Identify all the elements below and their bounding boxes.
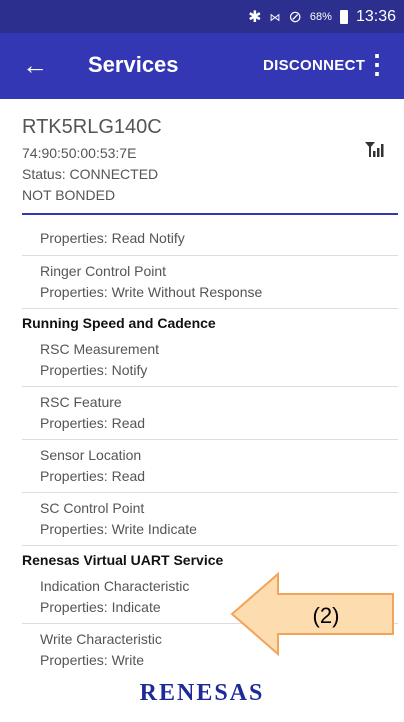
status-bar: ✱ ⋈ ⊘ 68% 13:36 — [0, 0, 404, 33]
page-title: Services — [88, 52, 179, 77]
list-item[interactable]: Properties: Read Notify — [22, 222, 398, 256]
battery-percent: 68% — [309, 11, 332, 23]
properties-text: Properties: Read — [40, 415, 146, 431]
characteristic-name: RSC Feature — [40, 394, 122, 410]
list-item[interactable]: SC Control Point Properties: Write Indic… — [22, 493, 398, 546]
list-item[interactable]: Ringer Control Point Properties: Write W… — [22, 256, 398, 309]
service-header: Renesas Virtual UART Service — [22, 552, 224, 568]
divider — [22, 213, 398, 215]
device-info: RTK5RLG140C 74:90:50:00:53:7E Status: CO… — [22, 116, 162, 206]
device-bond: NOT BONDED — [22, 187, 116, 203]
annotation-arrow: (2) — [230, 571, 394, 657]
service-header: Running Speed and Cadence — [22, 315, 216, 331]
app-bar: ← Services DISCONNECT ⋮ — [0, 33, 404, 99]
properties-text: Properties: Write Indicate — [40, 521, 197, 537]
list-item[interactable]: Sensor Location Properties: Read — [22, 440, 398, 493]
list-item[interactable]: RSC Measurement Properties: Notify — [22, 334, 398, 387]
device-mac: 74:90:50:00:53:7E — [22, 145, 137, 161]
battery-icon — [339, 10, 348, 24]
characteristic-name: RSC Measurement — [40, 341, 160, 357]
list-item[interactable]: RSC Feature Properties: Read — [22, 387, 398, 440]
characteristic-name: SC Control Point — [40, 500, 145, 516]
renesas-logo: RENESAS — [139, 680, 265, 706]
do-not-disturb-icon: ⊘ — [288, 9, 302, 26]
disconnect-button[interactable]: DISCONNECT — [263, 57, 365, 74]
properties-text: Properties: Read Notify — [40, 230, 185, 246]
device-status: Status: CONNECTED — [22, 166, 159, 182]
clock: 13:36 — [355, 8, 396, 25]
annotation-label: (2) — [313, 603, 340, 628]
overflow-menu-icon[interactable]: ⋮ — [364, 51, 390, 77]
characteristic-name: Sensor Location — [40, 447, 142, 463]
properties-text: Properties: Notify — [40, 362, 148, 378]
characteristic-name: Ringer Control Point — [40, 263, 167, 279]
device-name: RTK5RLG140C — [22, 116, 162, 138]
properties-text: Properties: Read — [40, 468, 146, 484]
signal-strength-icon — [364, 140, 386, 163]
mute-icon: ⋈ — [269, 11, 281, 24]
bluetooth-icon: ✱ — [248, 9, 262, 26]
properties-text: Properties: Write Without Response — [40, 284, 263, 300]
back-arrow-icon[interactable]: ← — [22, 49, 48, 81]
